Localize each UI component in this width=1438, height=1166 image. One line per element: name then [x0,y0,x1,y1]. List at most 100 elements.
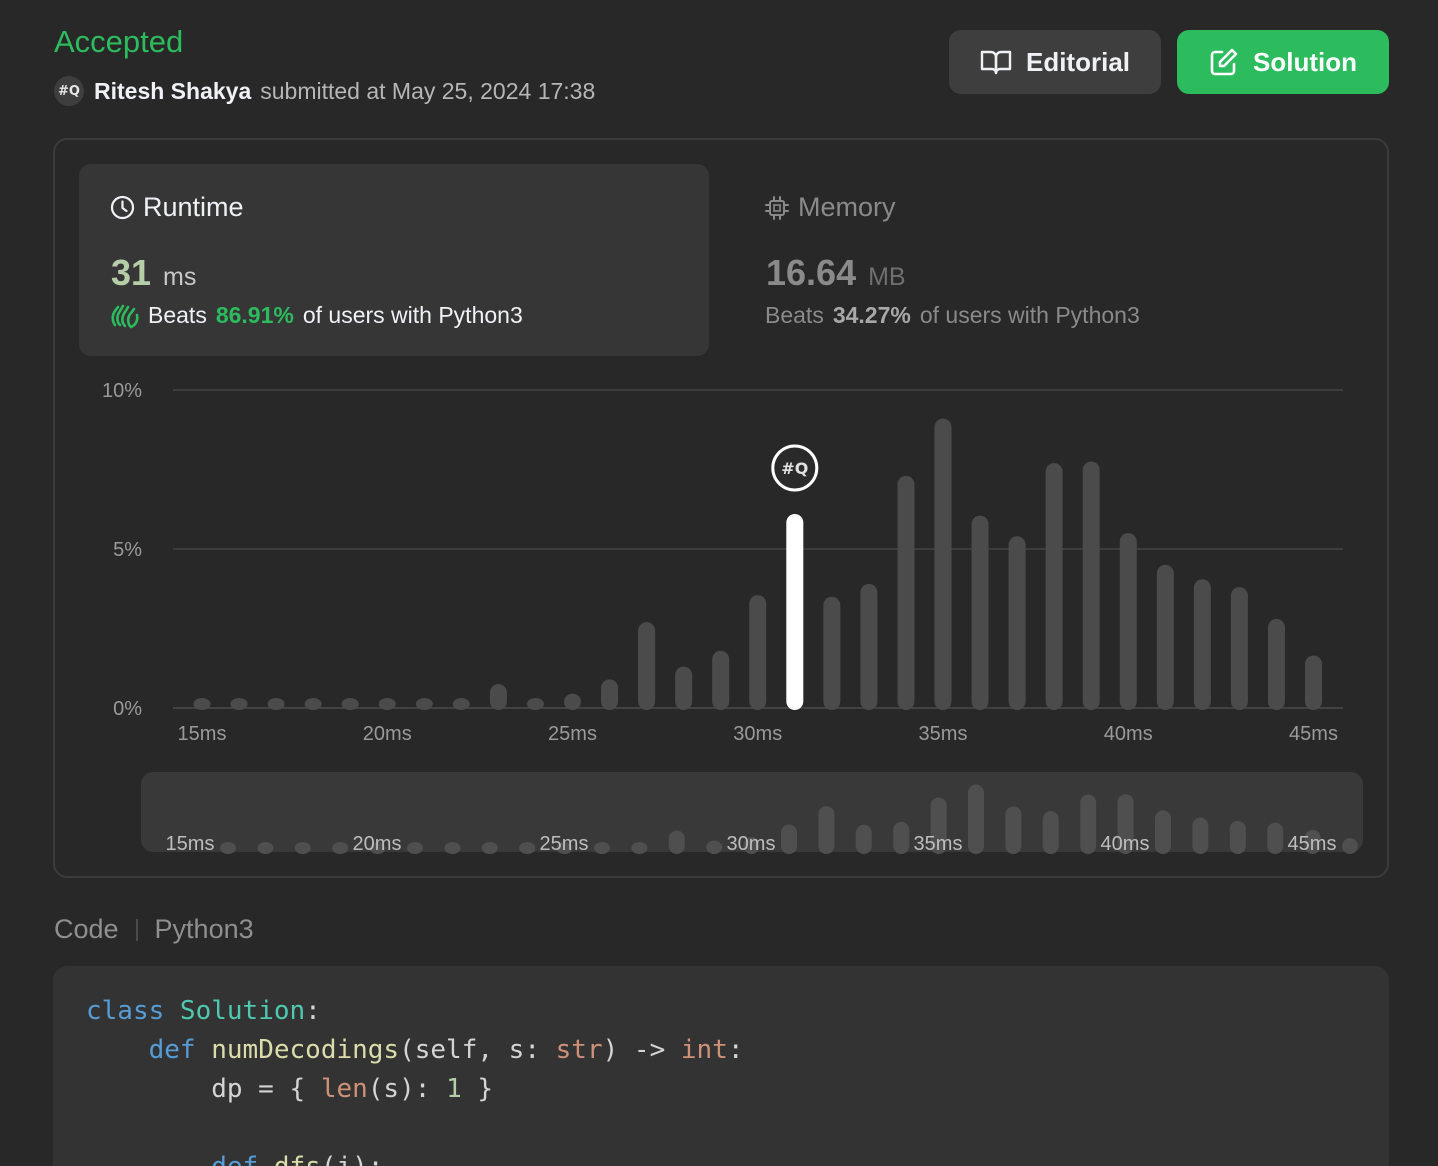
range-selector-bar [519,842,536,854]
range-selector-tick-label: 40ms [1101,833,1150,855]
code-token: dfs [274,1152,321,1166]
chart-bar [712,650,730,710]
x-tick-label: 35ms [919,723,968,745]
chart-bar [1045,463,1063,710]
highlighted-bar [786,514,804,710]
code-token: : [305,996,321,1026]
code-token: int [680,1035,728,1065]
chart-bar [415,698,433,710]
range-selector-bar [1192,817,1209,854]
chart-bar [638,622,656,710]
x-tick-label: 30ms [733,723,782,745]
range-selector-bar [257,842,274,854]
chart-bar [304,698,322,710]
code-token: numDecodings [211,1035,400,1065]
chart-bar [1305,655,1322,710]
chart-bar [971,515,989,710]
range-selector-bar [1342,838,1358,854]
code-token: : [727,1035,744,1065]
code-line: def numDecodings(self, s: str) -> int: [86,1031,744,1070]
range-selector-bar [1080,794,1097,854]
x-tick-label: 25ms [548,723,597,745]
chart-bar [378,698,396,710]
range-selector-bar [818,806,835,854]
code-line: class Solution: [86,992,744,1031]
range-selector-tick-label: 30ms [727,833,776,855]
range-selector-bar [294,842,311,854]
chart-bar [1082,461,1100,710]
chart-bar [267,698,285,710]
range-selector-bar [668,830,685,854]
range-selector-tick-label: 20ms [353,833,402,855]
range-selector-bar [332,842,349,854]
range-selector-bar [706,840,723,854]
code-token: (s): [367,1074,447,1104]
range-selector-bar [481,842,498,854]
x-tick-label: 40ms [1104,723,1153,745]
code-tabs: Code Python3 [54,914,254,945]
range-selector-bar [407,842,423,854]
code-line: dp = { len(s): 1 } [86,1070,744,1109]
x-tick-label: 15ms [178,723,227,745]
x-tick-label: 20ms [363,723,412,745]
chart-bar [1193,579,1211,710]
code-token: dp = { [86,1074,321,1104]
language-label: Python3 [154,914,254,944]
y-tick-label: 10% [102,380,142,402]
chart-bar [1008,536,1026,710]
y-tick-label: 0% [113,698,142,720]
chart-bar [341,698,359,710]
range-selector-bar [1042,811,1059,854]
chart-bar [823,596,841,710]
range-selector-bar [968,784,984,854]
range-selector-bar [1229,820,1246,854]
range-selector-bar [855,824,872,854]
chart-bar [897,475,915,710]
range-selector-bar [781,824,797,854]
range-selector-bar [893,821,910,854]
code-token: def [148,1035,212,1065]
code-token: Solution [179,996,306,1026]
tab-divider [135,918,138,941]
chart-bar [675,666,693,710]
code-line: def dfs(i): [86,1148,744,1166]
range-selector-bar [1155,810,1171,854]
range-selector-bar [631,842,648,854]
code-token: class [86,996,180,1026]
range-selector-tick-label: 15ms [166,833,215,855]
runtime-distribution-chart: 10% 5% 0% #Q 15ms 20ms 25ms 30ms 35ms 40ms 45ms 15m… [102,380,1363,855]
range-selector-bar [1267,822,1284,854]
chart-bar [1267,618,1285,710]
code-text[interactable]: class Solution: def numDecodings(self, s… [86,992,744,1166]
submission-marker-text: #Q [781,459,808,478]
code-token: def [211,1152,274,1166]
range-selector-tick-label: 25ms [540,833,589,855]
code-token: str [555,1035,603,1065]
chart-bar [230,698,248,710]
chart-bar [526,698,544,710]
code-token: len [320,1074,368,1104]
x-tick-label: 45ms [1289,723,1338,745]
chart-bar [193,698,211,710]
range-selector-bar [444,842,461,854]
code-token: 1 [446,1074,462,1104]
chart-bar [1156,564,1174,710]
chart-bar [1230,587,1248,710]
code-tab-label[interactable]: Code [54,914,119,945]
code-token: } [461,1074,494,1104]
chart-bar [489,684,507,710]
chart-bar [564,693,581,710]
chart-bar [1119,533,1137,710]
code-block[interactable]: class Solution: def numDecodings(self, s… [53,966,1389,1166]
chart-bar [860,583,878,710]
range-selector-bar [594,842,610,854]
range-selector-tick-label: 35ms [914,833,963,855]
range-selector-bar [1005,806,1022,854]
range-selector-tick-label: 45ms [1288,833,1337,855]
code-token: ) -> [602,1035,681,1065]
chart-bar [452,698,470,710]
range-selector-bar [220,842,236,854]
